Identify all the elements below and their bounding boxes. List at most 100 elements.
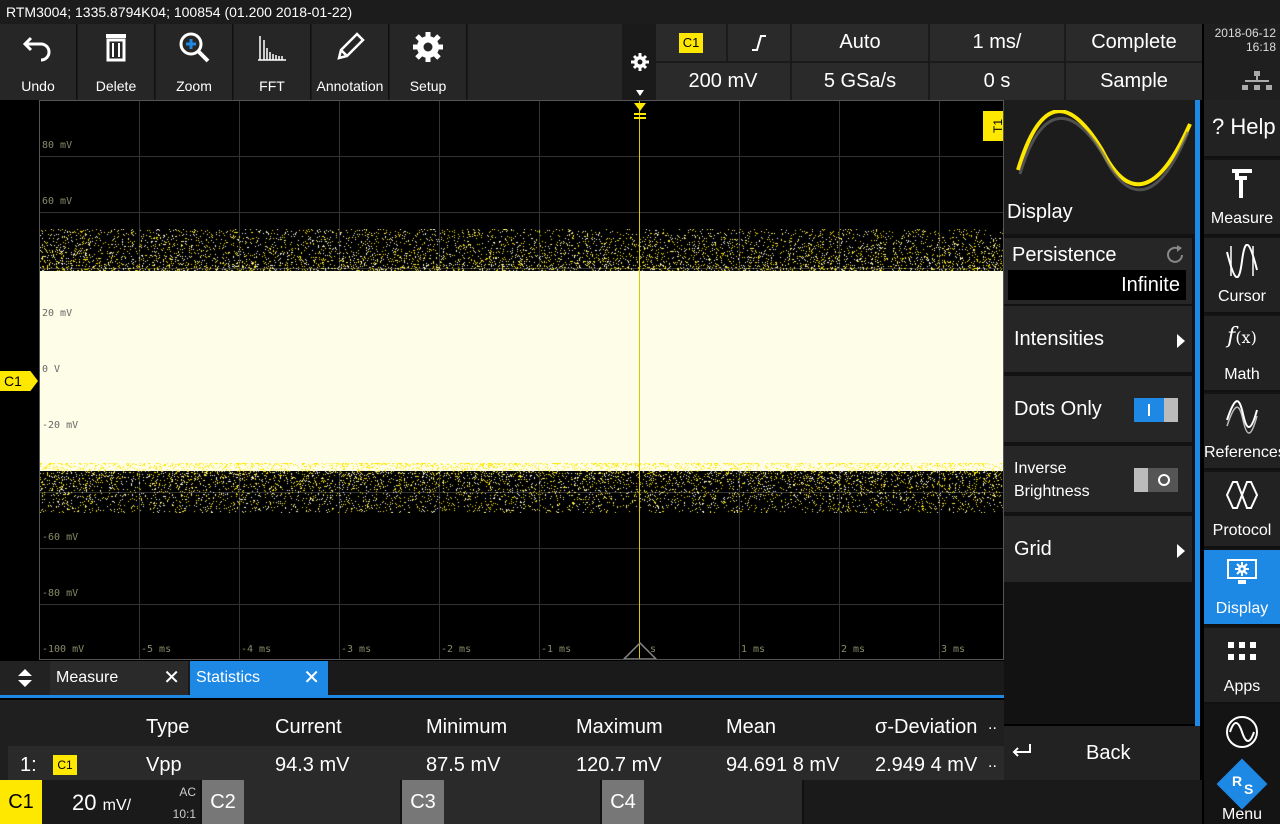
grid-label: Grid	[1014, 538, 1052, 560]
nav-apps[interactable]: Apps	[1204, 628, 1280, 704]
column-header: σ-Deviation	[875, 716, 978, 738]
inverse-brightness-toggle[interactable]	[1134, 468, 1178, 492]
math-label: Math	[1224, 366, 1260, 383]
channel-offset-marker[interactable]: C1	[0, 371, 38, 391]
close-icon[interactable]: ✕	[303, 665, 320, 690]
waveform-plot[interactable]: 80 mV 60 mV 20 mV 0 V -20 mV -60 mV -80 …	[39, 100, 1004, 660]
annotation-button[interactable]: Annotation	[312, 24, 389, 100]
date-text: 2018-06-12	[1214, 26, 1276, 40]
back-button[interactable]: Back	[1004, 726, 1200, 780]
tab-statistics[interactable]: Statistics ✕	[190, 661, 328, 695]
channel-c2-label: C2	[202, 780, 244, 824]
channel-c1-setting[interactable]: C1 20 mV/ AC 10:1	[0, 780, 200, 824]
trash-icon	[106, 34, 126, 62]
grid-line	[40, 604, 1003, 605]
channel-c2-setting[interactable]: C2	[202, 780, 400, 824]
cell-current: 94.3 mV	[275, 754, 350, 776]
trigger-position-marker-bottom[interactable]	[623, 642, 657, 660]
x-tick-label: 3 ms	[941, 644, 966, 655]
inverse-brightness-label-2: Brightness	[1014, 483, 1090, 500]
trigger-level-marker[interactable]: T1	[983, 111, 1003, 141]
dots-only-toggle[interactable]	[1134, 398, 1178, 422]
trigger-position-line[interactable]	[639, 101, 640, 659]
inverse-brightness-toggle-knob	[1134, 468, 1148, 492]
inverse-brightness-setting[interactable]: Inverse Brightness	[1004, 446, 1192, 512]
x-tick-label: 2 ms	[841, 644, 866, 655]
y-tick-label: -20 mV	[42, 420, 79, 431]
channel-c3-setting[interactable]: C3	[402, 780, 600, 824]
help-text: Help	[1230, 114, 1276, 139]
measure-icon	[1232, 169, 1252, 198]
acquisition-state-cell[interactable]: Complete	[1066, 24, 1202, 61]
nav-cursor[interactable]: Cursor	[1204, 238, 1280, 314]
persistence-setting[interactable]: Persistence Infinite	[1004, 238, 1192, 304]
time-offset-cell[interactable]: 0 s	[930, 63, 1064, 100]
grid-menu-item[interactable]: Grid	[1004, 516, 1192, 582]
toolbar-settings-toggle[interactable]	[624, 24, 656, 100]
y-tick-label: -80 mV	[42, 588, 79, 599]
channel-bar: C1 20 mV/ AC 10:1 C2 C3 C4	[0, 780, 1202, 824]
close-icon[interactable]: ✕	[163, 665, 180, 690]
sample-rate-cell[interactable]: 5 GSa/s	[792, 63, 928, 100]
nav-measure[interactable]: Measure	[1204, 160, 1280, 236]
time-scale-cell[interactable]: 1 ms/	[930, 24, 1064, 61]
x-tick-label: -1 ms	[541, 644, 572, 655]
channel-bar-empty	[804, 780, 1202, 824]
y-tick-label: 0 V	[42, 364, 61, 375]
trigger-slope-cell[interactable]	[728, 24, 790, 61]
nav-protocol[interactable]: Protocol	[1204, 472, 1280, 548]
trigger-position-marker-top[interactable]	[633, 103, 647, 125]
toolbar-empty-slot	[468, 24, 622, 100]
tab-measure[interactable]: Measure ✕	[50, 661, 188, 695]
tabs-expand-toggle[interactable]	[0, 661, 50, 695]
setup-button[interactable]: Setup	[390, 24, 467, 100]
delete-button[interactable]: Delete	[78, 24, 155, 100]
tab-measure-label: Measure	[56, 669, 119, 686]
channel-c4-setting[interactable]: C4	[602, 780, 802, 824]
cursor-label: Cursor	[1217, 288, 1266, 305]
reset-icon[interactable]	[1164, 244, 1186, 266]
trigger-source-cell[interactable]: C1	[656, 24, 726, 61]
undo-button[interactable]: Undo	[0, 24, 77, 100]
trigger-mode-cell[interactable]: Auto	[792, 24, 928, 61]
network-icon	[1242, 71, 1272, 90]
nav-help[interactable]: ? Help	[1204, 100, 1280, 158]
column-header: Current	[275, 716, 342, 738]
dots-only-setting[interactable]: Dots Only	[1004, 376, 1192, 442]
zoom-button[interactable]: Zoom	[156, 24, 233, 100]
nav-math[interactable]: f(x) Math	[1204, 316, 1280, 392]
persistence-value[interactable]: Infinite	[1008, 270, 1186, 300]
x-tick-label: 1 ms	[741, 644, 766, 655]
svg-text:S: S	[1244, 781, 1253, 797]
nav-references[interactable]: References	[1204, 394, 1280, 470]
acquisition-mode-cell[interactable]: Sample	[1066, 63, 1202, 100]
instrument-title: RTM3004; 1335.8794K04; 100854 (01.200 20…	[0, 0, 1280, 24]
toggle-on-mark	[1148, 404, 1150, 416]
undo-icon	[22, 36, 51, 62]
fft-icon	[258, 36, 286, 61]
persistence-label: Persistence	[1012, 244, 1117, 266]
acquisition-settings: C1 Auto 1 ms/ Complete 200 mV 5 GSa/s 0 …	[656, 24, 1202, 100]
settings-gear-icon	[631, 53, 649, 71]
sine-circle-icon	[1226, 716, 1258, 748]
gear-icon	[413, 32, 443, 62]
intensities-label: Intensities	[1014, 328, 1105, 350]
x-tick-label: -5 ms	[141, 644, 172, 655]
undo-label: Undo	[21, 78, 55, 94]
channel-c1-scale: 20 mV/	[72, 790, 131, 816]
cell-type: Vpp	[146, 754, 182, 776]
nav-menu[interactable]: RS Menu	[1204, 706, 1280, 824]
fft-button[interactable]: FFT	[234, 24, 311, 100]
channel-c4-label: C4	[602, 780, 644, 824]
result-tabs: Measure ✕ Statistics ✕	[0, 661, 1004, 698]
annotation-label: Annotation	[316, 78, 384, 94]
time-text: 16:18	[1245, 40, 1276, 54]
tab-statistics-label: Statistics	[196, 669, 261, 686]
expand-collapse-icon	[18, 669, 32, 687]
channel-c1-label: C1	[0, 780, 42, 824]
intensities-menu-item[interactable]: Intensities	[1004, 306, 1192, 372]
nav-display[interactable]: Display	[1204, 550, 1280, 626]
trigger-level-cell[interactable]: 200 mV	[656, 63, 790, 100]
x-tick-label: -4 ms	[241, 644, 272, 655]
delete-label: Delete	[95, 78, 137, 94]
